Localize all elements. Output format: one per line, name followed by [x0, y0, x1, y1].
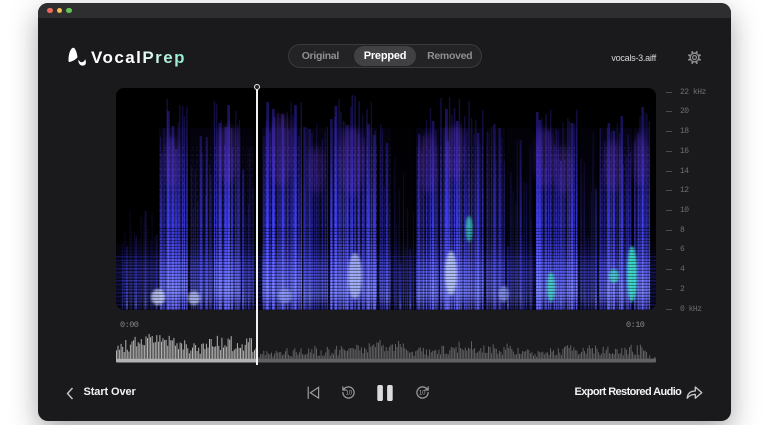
svg-text:10: 10 [419, 391, 426, 397]
svg-text:10: 10 [346, 391, 353, 397]
